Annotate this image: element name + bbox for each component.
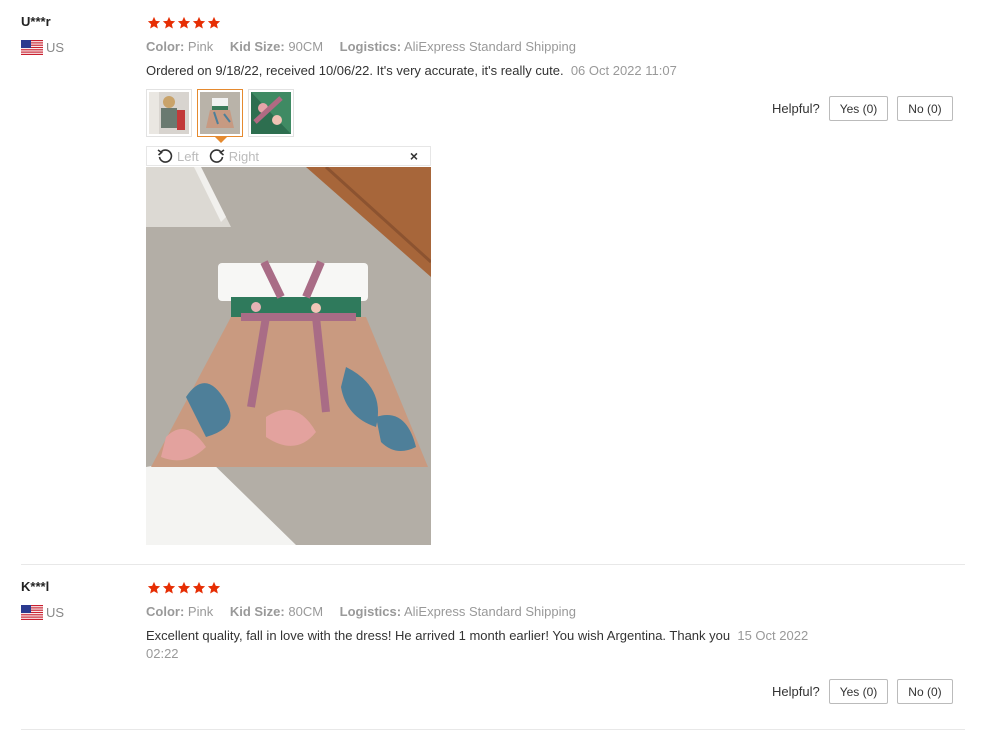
review-time: 02:22 (146, 646, 179, 661)
logistics-value: AliExpress Standard Shipping (403, 39, 576, 54)
star-rating (147, 16, 221, 30)
image-viewer-toolbar: Left Right × (146, 146, 431, 166)
reviewer-name: U***r (21, 14, 51, 29)
rotate-left-icon (157, 149, 173, 163)
rotate-left-label: Left (177, 148, 199, 164)
size-key: Kid Size: (229, 604, 285, 619)
country-code: US (46, 40, 65, 55)
color-key: Color: (146, 39, 185, 54)
star-icon (177, 16, 191, 29)
helpful-section: Helpful? Yes (0) No (0) (772, 679, 953, 704)
color-key: Color: (146, 604, 185, 619)
helpful-no-button[interactable]: No (0) (897, 96, 953, 121)
review-photo-thumb-active[interactable] (197, 89, 243, 143)
us-flag-icon (21, 605, 43, 620)
review-photo-thumb[interactable] (248, 89, 294, 137)
logistics-value: AliExpress Standard Shipping (403, 604, 576, 619)
helpful-label: Helpful? (772, 101, 820, 116)
reviewer-name: K***l (21, 579, 50, 594)
review-thumbnails (146, 89, 294, 143)
star-icon (192, 581, 206, 594)
review-photo-thumb[interactable] (146, 89, 192, 137)
helpful-section: Helpful? Yes (0) No (0) (772, 96, 953, 121)
order-info: Color: Pink Kid Size: 80CM Logistics: Al… (146, 604, 589, 619)
star-icon (177, 581, 191, 594)
color-value: Pink (187, 604, 214, 619)
close-icon[interactable]: × (410, 148, 418, 164)
photo-thumbnail (251, 92, 291, 134)
review-divider (21, 564, 965, 565)
review-date: 15 Oct 2022 (737, 628, 809, 643)
size-value: 80CM (288, 604, 324, 619)
color-value: Pink (187, 39, 214, 54)
helpful-yes-button[interactable]: Yes (0) (828, 96, 889, 121)
photo-thumbnail (200, 92, 240, 134)
logistics-key: Logistics: (339, 604, 402, 619)
rotate-right-icon (209, 149, 225, 163)
rotate-right-button[interactable]: Right (209, 148, 259, 164)
star-icon (162, 16, 176, 29)
review-body: Excellent quality, fall in love with the… (146, 628, 731, 643)
helpful-yes-button[interactable]: Yes (0) (828, 679, 889, 704)
logistics-key: Logistics: (339, 39, 402, 54)
review-text: Ordered on 9/18/22, received 10/06/22. I… (146, 60, 677, 82)
star-icon (147, 16, 161, 29)
helpful-label: Helpful? (772, 684, 820, 699)
active-thumb-caret (215, 137, 227, 143)
rotate-right-label: Right (228, 148, 260, 164)
review-date: 06 Oct 2022 11:07 (570, 63, 677, 78)
helpful-no-button[interactable]: No (0) (897, 679, 953, 704)
size-value: 90CM (288, 39, 324, 54)
review-divider (21, 729, 965, 730)
rotate-left-button[interactable]: Left (157, 148, 199, 164)
star-icon (162, 581, 176, 594)
size-key: Kid Size: (229, 39, 285, 54)
reviewer-country: US (21, 40, 64, 55)
star-icon (192, 16, 206, 29)
review-photo-large (146, 167, 431, 545)
reviewer-country: US (21, 605, 64, 620)
review-text: Excellent quality, fall in love with the… (146, 625, 856, 663)
star-icon (207, 16, 221, 29)
order-info: Color: Pink Kid Size: 90CM Logistics: Al… (146, 39, 589, 54)
country-code: US (46, 605, 65, 620)
star-rating (147, 581, 221, 595)
star-icon (147, 581, 161, 594)
us-flag-icon (21, 40, 43, 55)
review-body: Ordered on 9/18/22, received 10/06/22. I… (146, 63, 564, 78)
star-icon (207, 581, 221, 594)
photo-thumbnail (149, 92, 189, 134)
